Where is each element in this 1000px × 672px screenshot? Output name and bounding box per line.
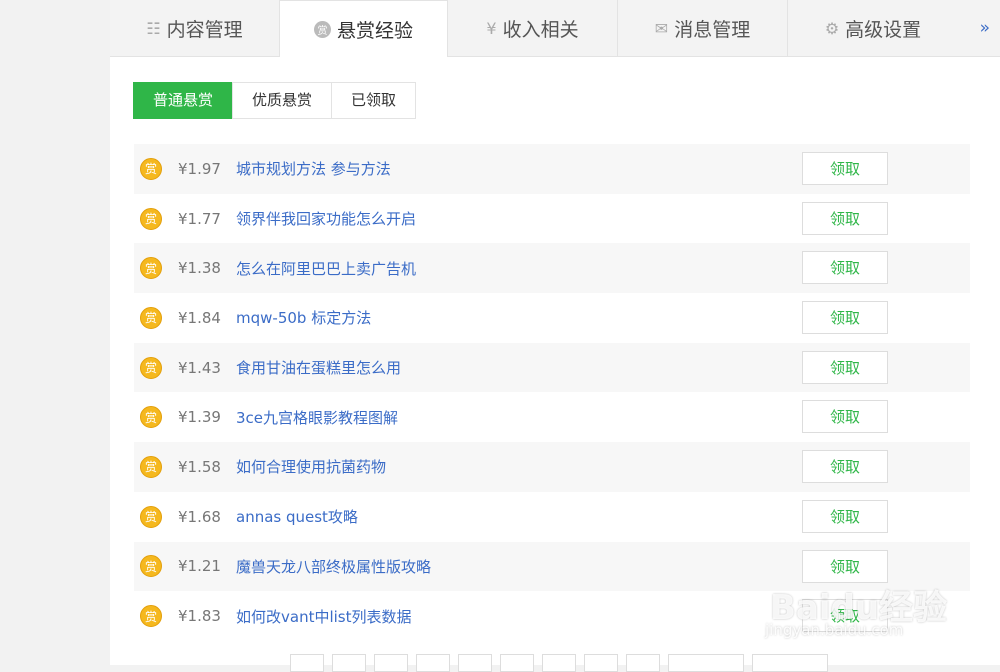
tab-label: 悬赏经验 — [336, 19, 413, 42]
page-button[interactable] — [542, 654, 576, 672]
claim-button[interactable]: 领取 — [802, 350, 888, 384]
reward-amount: ¥1.58 — [178, 457, 221, 476]
reward-amount: ¥1.43 — [178, 358, 221, 377]
question-link[interactable]: 如何改vant中list列表数据 — [236, 606, 412, 627]
reward-amount: ¥1.97 — [178, 159, 221, 178]
reward-coin-icon: 赏 — [140, 257, 162, 280]
tab-income[interactable]: ¥ 收入相关 — [448, 0, 618, 56]
page-button[interactable] — [500, 654, 534, 672]
page-button[interactable] — [458, 654, 492, 672]
reward-row: 赏 ¥1.38 怎么在阿里巴巴上卖广告机 领取 — [134, 243, 970, 294]
yen-icon: ¥ — [486, 18, 497, 38]
reward-amount: ¥1.84 — [178, 308, 221, 327]
envelope-icon: ✉ — [654, 18, 669, 38]
last-page-button[interactable] — [752, 654, 828, 672]
pagination — [290, 654, 836, 672]
page-button[interactable] — [332, 654, 366, 672]
reward-coin-icon: 赏 — [140, 406, 162, 429]
question-link[interactable]: 食用甘油在蛋糕里怎么用 — [236, 357, 401, 378]
claim-button[interactable]: 领取 — [802, 251, 888, 285]
reward-amount: ¥1.77 — [178, 209, 221, 228]
reward-row: 赏 ¥1.58 如何合理使用抗菌药物 领取 — [134, 442, 970, 492]
subtab-normal-reward[interactable]: 普通悬赏 — [133, 82, 234, 119]
question-link[interactable]: 怎么在阿里巴巴上卖广告机 — [236, 258, 416, 279]
page-button[interactable] — [584, 654, 618, 672]
reward-row: 赏 ¥1.77 领界伴我回家功能怎么开启 领取 — [134, 194, 970, 244]
reward-row: 赏 ¥1.84 mqw-50b 标定方法 领取 — [134, 293, 970, 343]
subtab-claimed[interactable]: 已领取 — [331, 82, 417, 119]
tab-label: 收入相关 — [502, 18, 579, 41]
reward-row: 赏 ¥1.68 annas quest攻略 领取 — [134, 492, 970, 542]
reward-coin-icon: 赏 — [140, 605, 162, 628]
reward-coin-icon: 赏 — [140, 207, 162, 230]
question-link[interactable]: mqw-50b 标定方法 — [236, 307, 371, 328]
reward-coin-icon: 赏 — [140, 505, 162, 528]
gear-icon: ⚙ — [824, 18, 840, 38]
page-button[interactable] — [626, 654, 660, 672]
claim-button[interactable]: 领取 — [802, 152, 888, 185]
tab-bar: ☷ 内容管理 赏 悬赏经验 ¥ 收入相关 ✉ 消息管理 ⚙ 高级设置 » — [110, 0, 1000, 57]
page-button[interactable] — [374, 654, 408, 672]
page-button[interactable] — [416, 654, 450, 672]
subtab-quality-reward[interactable]: 优质悬赏 — [232, 82, 333, 119]
reward-amount: ¥1.21 — [178, 557, 221, 576]
reward-amount: ¥1.39 — [178, 408, 221, 427]
reward-row: 赏 ¥1.97 城市规划方法 参与方法 领取 — [134, 144, 970, 194]
next-page-button[interactable] — [668, 654, 744, 672]
claim-button[interactable]: 领取 — [802, 450, 888, 484]
claim-button[interactable]: 领取 — [802, 549, 888, 583]
watermark-url: jingyan.baidu.com — [765, 621, 904, 639]
reward-row: 赏 ¥1.39 3ce九宫格眼影教程图解 领取 — [134, 392, 970, 442]
reward-coin-icon: 赏 — [140, 306, 162, 329]
claim-button[interactable]: 领取 — [802, 201, 888, 235]
reward-coin-icon: 赏 — [140, 356, 162, 379]
reward-row: 赏 ¥1.43 食用甘油在蛋糕里怎么用 领取 — [134, 342, 970, 393]
tab-label: 内容管理 — [166, 18, 243, 41]
list-icon: ☷ — [146, 18, 161, 38]
claim-button[interactable]: 领取 — [802, 301, 888, 335]
claim-button[interactable]: 领取 — [802, 400, 888, 434]
reward-coin-icon: 赏 — [140, 455, 162, 478]
reward-coin-icon: 赏 — [140, 157, 162, 180]
question-link[interactable]: 3ce九宫格眼影教程图解 — [236, 407, 398, 428]
main-panel: ☷ 内容管理 赏 悬赏经验 ¥ 收入相关 ✉ 消息管理 ⚙ 高级设置 » 普通悬… — [110, 0, 1000, 672]
reward-list: 赏 ¥1.97 城市规划方法 参与方法 领取 赏 ¥1.77 领界伴我回家功能怎… — [134, 144, 970, 641]
reward-coin-icon: 赏 — [140, 555, 162, 578]
coin-icon: 赏 — [313, 20, 331, 38]
tab-advanced-settings[interactable]: ⚙ 高级设置 — [788, 0, 958, 56]
reward-amount: ¥1.83 — [178, 607, 221, 626]
page-button[interactable] — [290, 654, 324, 672]
question-link[interactable]: 城市规划方法 参与方法 — [236, 158, 391, 179]
tab-reward-experience[interactable]: 赏 悬赏经验 — [280, 0, 448, 57]
reward-amount: ¥1.38 — [178, 259, 221, 278]
question-link[interactable]: 魔兽天龙八部终极属性版攻略 — [236, 556, 431, 577]
reward-filter-tabs: 普通悬赏 优质悬赏 已领取 — [133, 82, 417, 119]
reward-amount: ¥1.68 — [178, 507, 221, 526]
question-link[interactable]: 领界伴我回家功能怎么开启 — [236, 208, 416, 229]
tab-label: 消息管理 — [674, 18, 751, 41]
question-link[interactable]: annas quest攻略 — [236, 506, 358, 527]
question-link[interactable]: 如何合理使用抗菌药物 — [236, 456, 386, 477]
tab-label: 高级设置 — [845, 18, 922, 41]
claim-button[interactable]: 领取 — [802, 499, 888, 533]
tab-content-management[interactable]: ☷ 内容管理 — [110, 0, 280, 56]
more-tabs-icon[interactable]: » — [980, 18, 990, 38]
tab-messages[interactable]: ✉ 消息管理 — [618, 0, 788, 56]
